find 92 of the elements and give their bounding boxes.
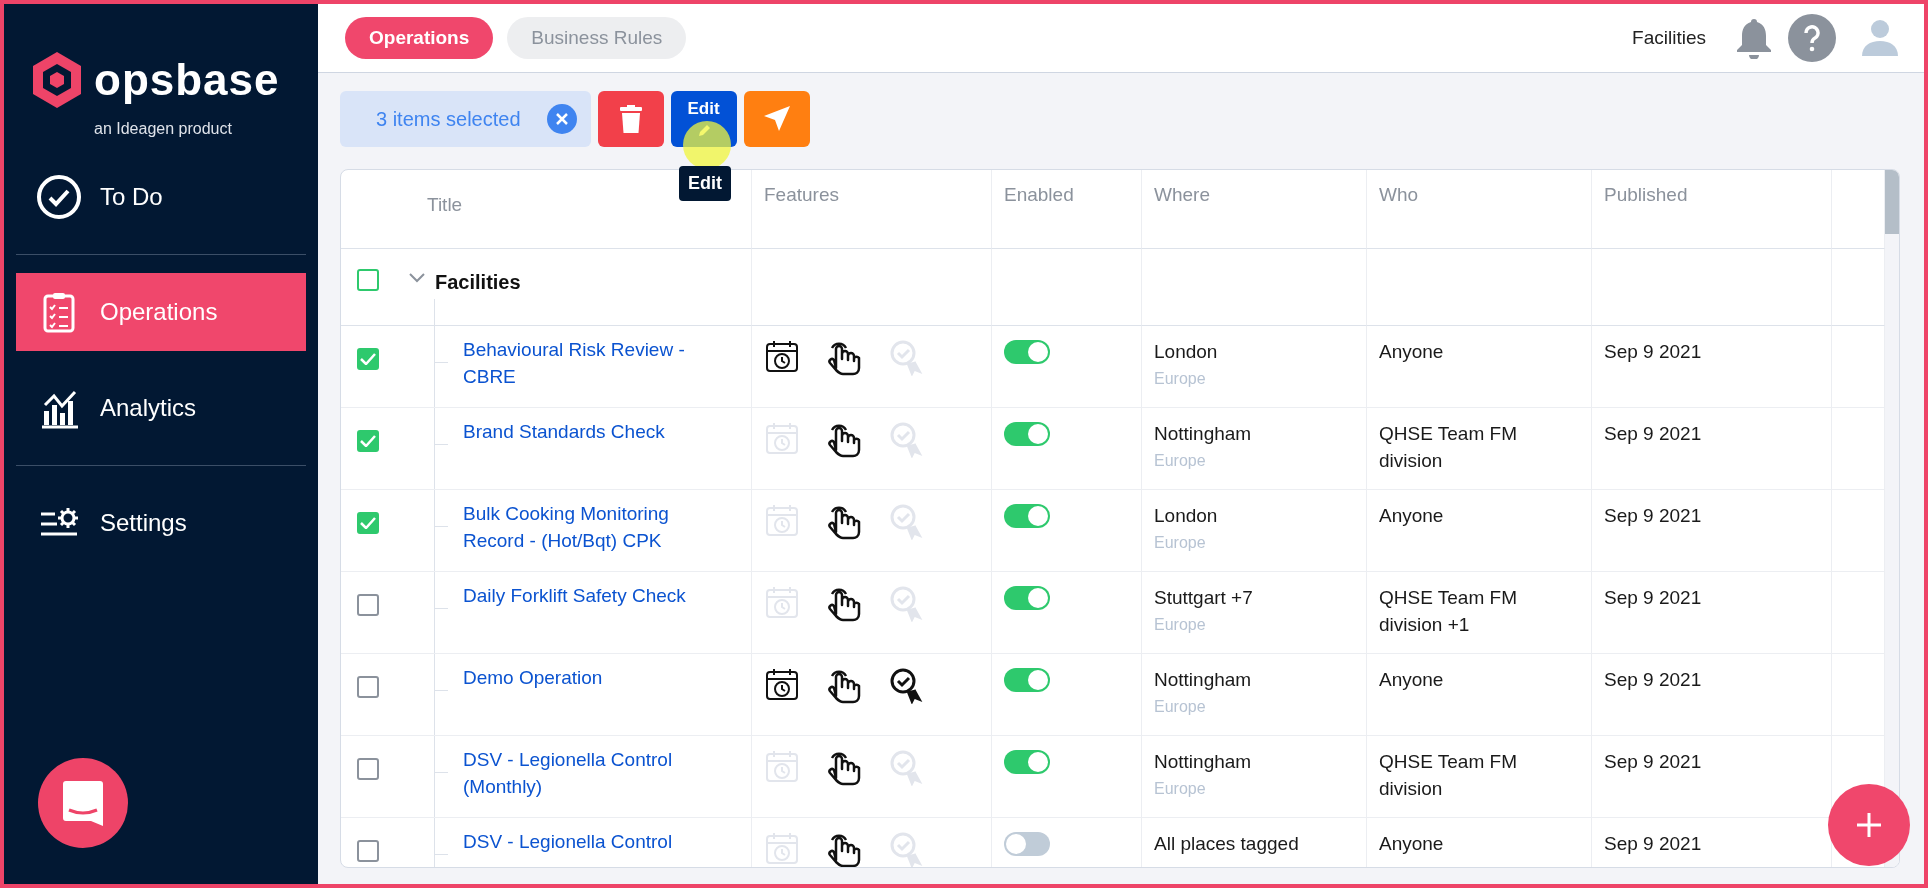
calendar-clock-icon xyxy=(764,338,800,374)
sidebar-item[interactable]: Analytics xyxy=(16,369,306,447)
award-icon xyxy=(888,338,924,376)
column-header: Who xyxy=(1367,170,1592,249)
audience-text: QHSE Team FM division xyxy=(1379,423,1517,471)
operation-title-link[interactable]: Demo Operation xyxy=(463,664,723,691)
region-text: Europe xyxy=(1154,369,1207,389)
check-circle-icon xyxy=(36,174,82,220)
calendar-clock-icon xyxy=(764,584,800,620)
sidebar-item[interactable]: To Do xyxy=(16,158,306,236)
enabled-toggle[interactable] xyxy=(1004,668,1050,692)
enabled-toggle[interactable] xyxy=(1004,586,1050,610)
published-date: Sep 9 2021 xyxy=(1604,587,1702,608)
published-date: Sep 9 2021 xyxy=(1604,341,1702,362)
published-date: Sep 9 2021 xyxy=(1604,751,1702,772)
brand-name: opsbase xyxy=(94,58,280,102)
trash-icon xyxy=(619,105,642,133)
award-icon xyxy=(888,584,924,622)
paper-plane-icon xyxy=(762,105,791,133)
logo-icon xyxy=(30,50,84,110)
region-text: Europe xyxy=(1154,451,1207,471)
operation-title-link[interactable]: Daily Forklift Safety Check xyxy=(463,582,723,609)
row-checkbox[interactable] xyxy=(357,676,379,698)
scrollbar-thumb[interactable] xyxy=(1885,170,1899,234)
award-icon xyxy=(888,748,924,786)
audience-text: QHSE Team FM division +1 xyxy=(1379,587,1517,635)
row-checkbox[interactable] xyxy=(357,512,379,534)
audience-text: Anyone xyxy=(1379,669,1444,690)
published-date: Sep 9 2021 xyxy=(1604,505,1702,526)
sidebar-item[interactable]: Settings xyxy=(16,484,306,562)
caret-icon[interactable] xyxy=(409,273,425,283)
published-date: Sep 9 2021 xyxy=(1604,423,1702,444)
enabled-toggle[interactable] xyxy=(1004,504,1050,528)
operation-title-link[interactable]: Bulk Cooking Monitoring Record - (Hot/Bqt) CPK xyxy=(463,500,723,554)
place-text: Stuttgart +7 xyxy=(1154,586,1254,610)
published-date: Sep 9 2021 xyxy=(1604,669,1702,690)
operation-title-link[interactable]: Brand Standards Check xyxy=(463,418,723,445)
audience-text: Anyone xyxy=(1379,341,1444,362)
row-checkbox[interactable] xyxy=(357,430,379,452)
place-text: Nottingham xyxy=(1154,668,1253,692)
place-text: London xyxy=(1154,340,1219,364)
region-text: Europe xyxy=(1154,779,1207,799)
help-icon[interactable] xyxy=(1788,14,1836,62)
enabled-toggle[interactable] xyxy=(1004,422,1050,446)
region-text: Europe xyxy=(1154,697,1207,717)
row-checkbox[interactable] xyxy=(357,840,379,862)
calendar-clock-icon xyxy=(764,748,800,784)
operation-title-link[interactable]: DSV - Legionella Control xyxy=(463,828,723,855)
column-header: Published xyxy=(1592,170,1832,249)
column-header: Where xyxy=(1142,170,1367,249)
place-text: London xyxy=(1154,504,1219,528)
bell-icon[interactable] xyxy=(1734,17,1774,59)
selection-count: 3 items selected xyxy=(376,107,521,131)
audience-text: Anyone xyxy=(1379,505,1444,526)
user-avatar-icon[interactable] xyxy=(1860,18,1900,58)
row-checkbox[interactable] xyxy=(357,758,379,780)
plus-icon xyxy=(1856,812,1882,838)
place-text: Nottingham xyxy=(1154,422,1253,446)
region-text: Europe xyxy=(1154,533,1207,553)
brand-tagline: an Ideagen product xyxy=(94,120,232,137)
enabled-toggle[interactable] xyxy=(1004,832,1050,856)
enabled-toggle[interactable] xyxy=(1004,340,1050,364)
edit-tooltip: Edit xyxy=(679,166,731,201)
row-checkbox[interactable] xyxy=(357,594,379,616)
group-title: Facilities xyxy=(435,270,521,295)
audience-text: QHSE Team FM division xyxy=(1379,751,1517,799)
group-checkbox[interactable] xyxy=(357,269,379,291)
calendar-clock-icon xyxy=(764,420,800,456)
column-header: Enabled xyxy=(992,170,1142,249)
place-text: All places tagged xyxy=(1154,832,1300,856)
column-header: Features xyxy=(752,170,992,249)
close-icon xyxy=(554,112,569,126)
award-icon xyxy=(888,502,924,540)
row-checkbox[interactable] xyxy=(357,348,379,370)
place-text: Nottingham xyxy=(1154,750,1253,774)
operation-title-link[interactable]: Behavioural Risk Review - CBRE xyxy=(463,336,723,390)
tab[interactable]: Operations xyxy=(345,17,494,59)
award-icon xyxy=(888,420,924,458)
enabled-toggle[interactable] xyxy=(1004,750,1050,774)
region-text: Europe xyxy=(1154,615,1207,635)
calendar-clock-icon xyxy=(764,666,800,702)
sidebar-item[interactable]: Operations xyxy=(16,273,306,351)
audience-text: Anyone xyxy=(1379,833,1444,854)
operation-title-link[interactable]: DSV - Legionella Control (Monthly) xyxy=(463,746,723,800)
delete-button[interactable] xyxy=(597,91,664,147)
award-icon xyxy=(888,666,924,704)
published-date: Sep 9 2021 xyxy=(1604,833,1702,854)
calendar-clock-icon xyxy=(764,502,800,538)
clear-selection-button[interactable] xyxy=(546,104,577,134)
chat-icon xyxy=(62,779,104,827)
context-label: Facilities xyxy=(1632,27,1706,49)
send-button[interactable] xyxy=(743,91,810,147)
